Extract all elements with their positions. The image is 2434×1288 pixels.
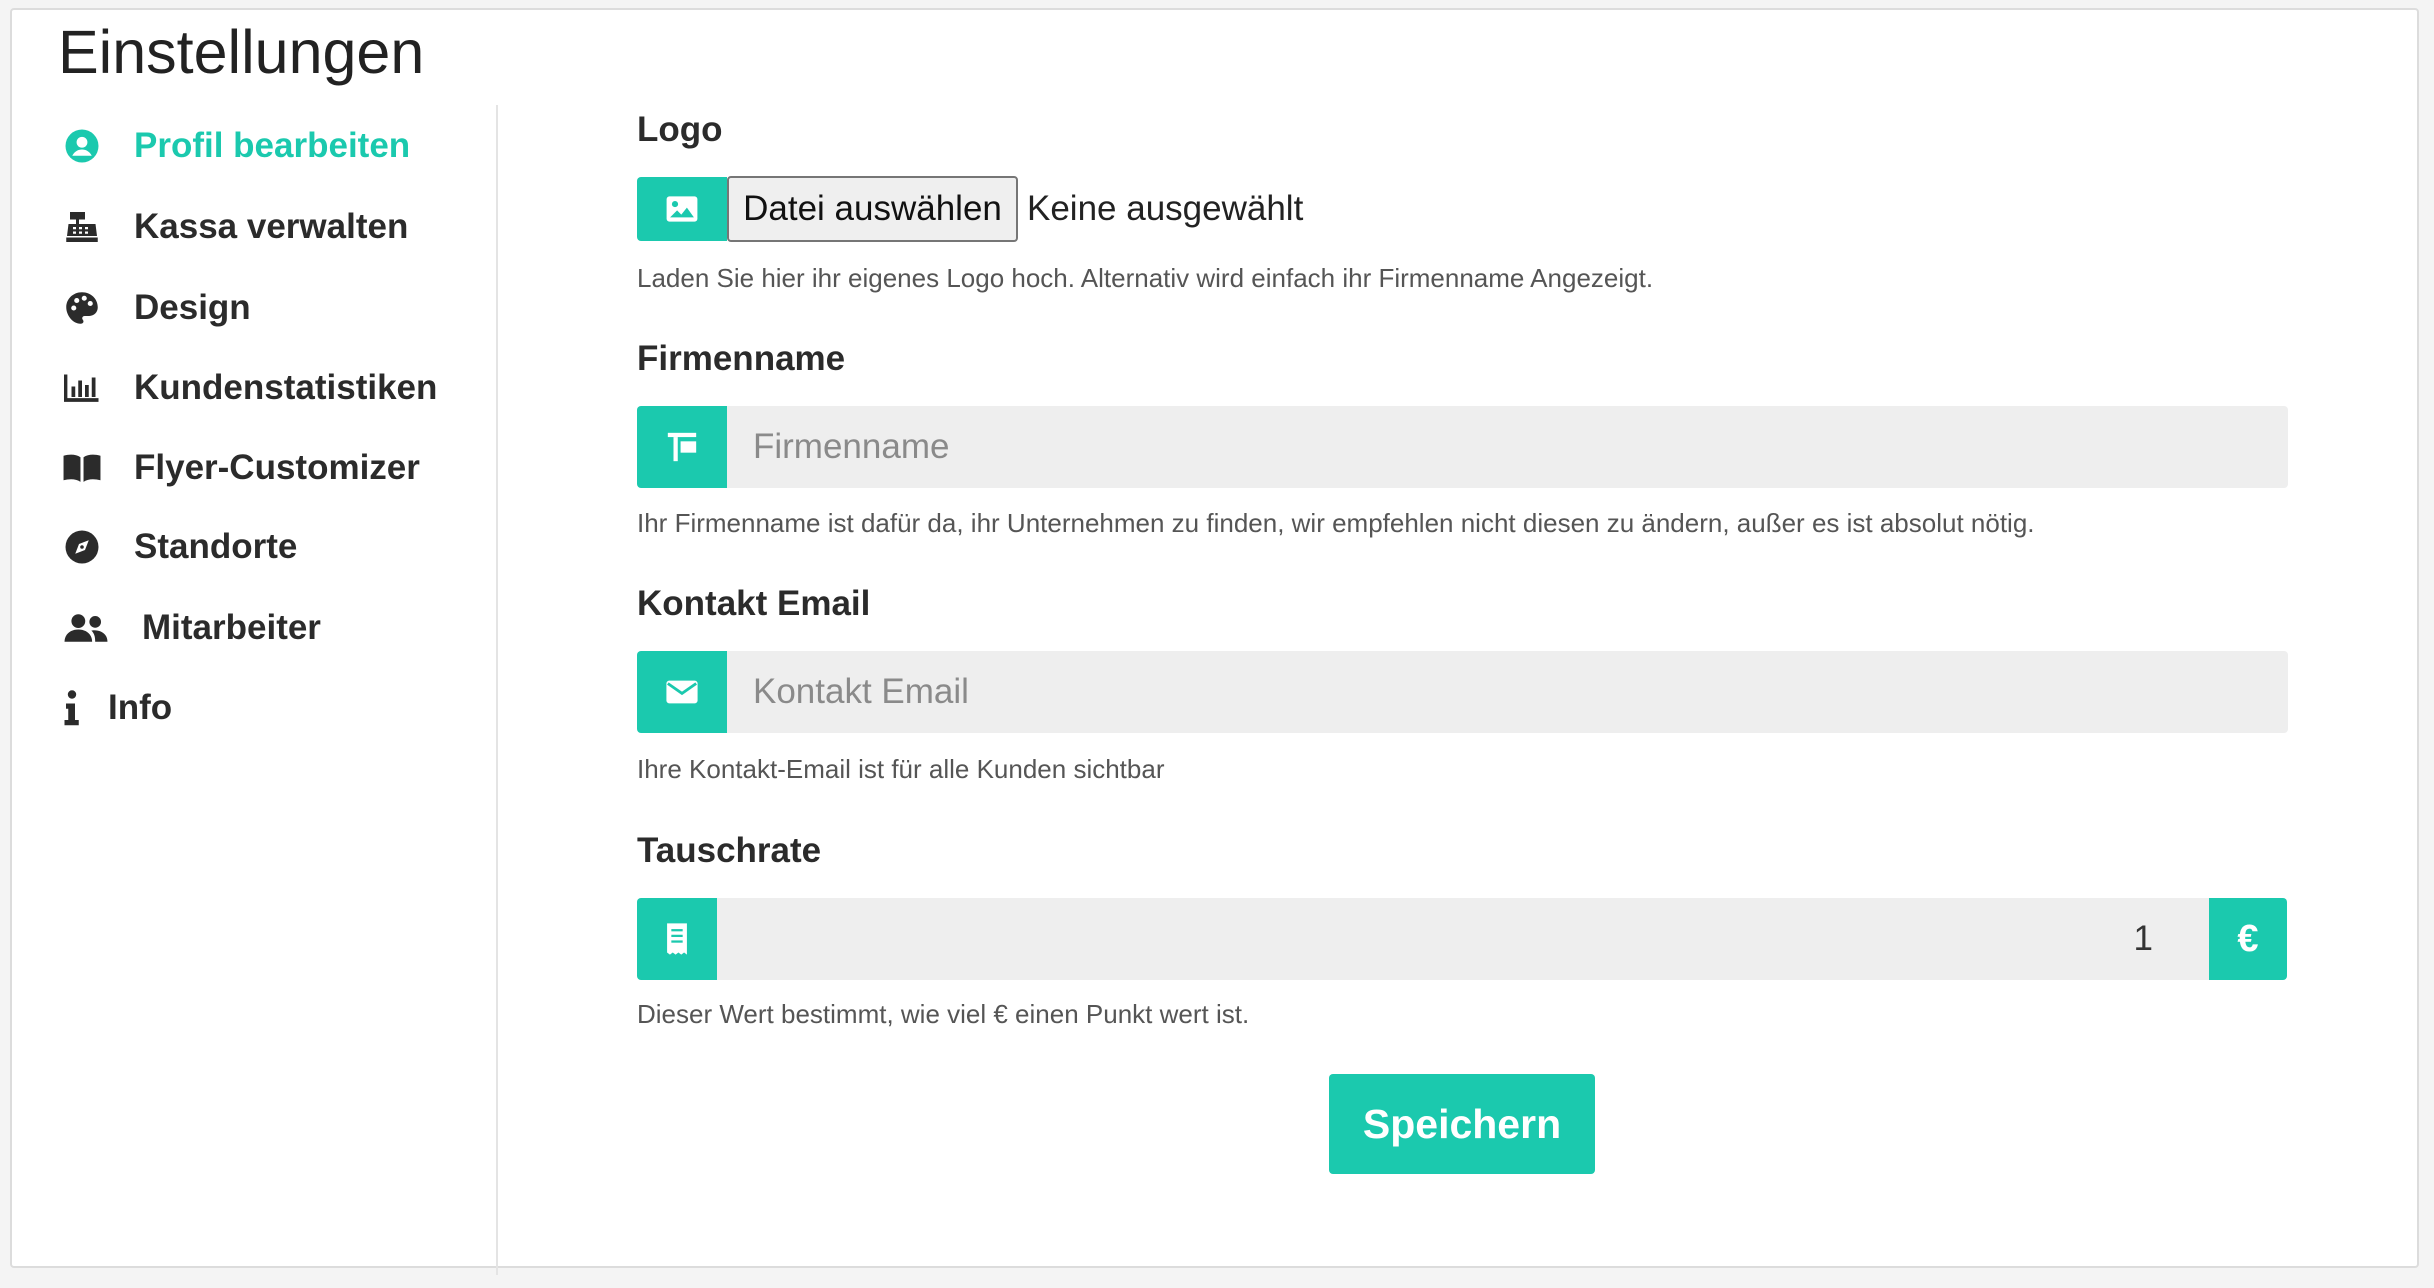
sidebar-item-profile[interactable]: Profil bearbeiten (58, 116, 410, 176)
sidebar-item-register[interactable]: Kassa verwalten (58, 197, 408, 257)
save-button[interactable]: Speichern (1329, 1074, 1595, 1174)
company-name-label: Firmenname (637, 339, 846, 378)
sidebar-item-label: Flyer-Customizer (134, 448, 420, 487)
file-status: Keine ausgewählt (1027, 189, 1304, 228)
choose-file-button[interactable]: Datei auswählen (727, 176, 1018, 242)
users-icon (58, 604, 114, 652)
exchange-rate-label: Tauschrate (637, 831, 822, 870)
exchange-rate-help-text: Dieser Wert bestimmt, wie viel € einen P… (637, 999, 1250, 1029)
image-icon (637, 177, 727, 241)
sidebar-item-label: Mitarbeiter (142, 608, 321, 647)
contact-email-input[interactable] (727, 651, 2288, 733)
settings-card: Einstellungen Profil bearbeiten Kassa ve… (10, 8, 2419, 1275)
sidebar-item-locations[interactable]: Standorte (58, 517, 297, 577)
sidebar-item-stats[interactable]: Kundenstatistiken (58, 358, 437, 418)
flag-icon (637, 406, 727, 488)
company-name-input[interactable] (727, 406, 2288, 488)
cash-register-icon (58, 203, 106, 251)
sidebar-item-label: Kundenstatistiken (134, 368, 438, 407)
user-circle-icon (58, 122, 106, 170)
envelope-icon (637, 651, 727, 733)
sidebar-item-label: Kassa verwalten (134, 207, 409, 246)
sidebar-item-design[interactable]: Design (58, 278, 251, 338)
sidebar-item-info[interactable]: Info (58, 678, 172, 738)
sidebar-item-staff[interactable]: Mitarbeiter (58, 598, 321, 658)
sidebar-item-flyer[interactable]: Flyer-Customizer (58, 438, 420, 498)
sidebar: Profil bearbeiten Kassa verwalten Design… (12, 105, 498, 1275)
sidebar-item-label: Profil bearbeiten (134, 126, 411, 165)
contact-email-help-text: Ihre Kontakt-Email ist für alle Kunden s… (637, 754, 1165, 784)
book-open-icon (58, 444, 106, 492)
sidebar-item-label: Design (134, 288, 251, 327)
contact-email-label: Kontakt Email (637, 584, 871, 623)
logo-help-text: Laden Sie hier ihr eigenes Logo hoch. Al… (637, 263, 1654, 293)
palette-icon (58, 284, 106, 332)
compass-icon (58, 523, 106, 571)
logo-label: Logo (637, 110, 723, 149)
euro-suffix: € (2209, 898, 2287, 980)
page-title: Einstellungen (58, 18, 425, 86)
info-icon (58, 684, 86, 732)
exchange-rate-input[interactable] (717, 898, 2209, 980)
company-name-help-text: Ihr Firmenname ist dafür da, ihr Unterne… (637, 508, 2035, 538)
receipt-icon (637, 898, 717, 980)
bar-chart-icon (58, 364, 106, 412)
sidebar-item-label: Info (108, 688, 173, 727)
sidebar-item-label: Standorte (134, 527, 298, 566)
